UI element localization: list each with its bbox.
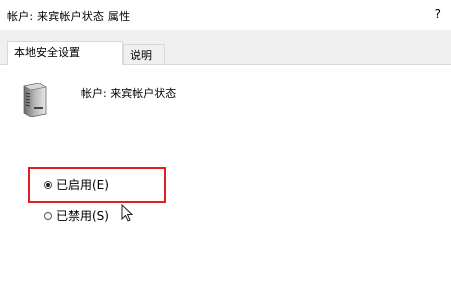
server-icon [23,83,47,117]
disabled-radio-label: 已禁用(S) [56,209,109,223]
help-button[interactable]: ? [435,7,441,21]
enabled-radio-label: 已启用(E) [56,178,109,192]
title-bar: 帐户: 来宾帐户状态 属性 ? [0,0,451,30]
tab-local-security-setting[interactable]: 本地安全设置 [7,41,123,65]
tab-explain[interactable]: 说明 [123,44,165,66]
radio-checked-icon[interactable] [44,180,52,189]
window-title: 帐户: 来宾帐户状态 属性 [7,10,131,23]
disabled-radio[interactable]: 已禁用(S) [44,207,109,224]
mouse-pointer-icon [121,204,133,222]
account-label: 帐户: 来宾帐户状态 [81,87,177,100]
radio-unchecked-icon[interactable] [44,211,52,220]
enabled-radio[interactable]: 已启用(E) [44,176,109,193]
